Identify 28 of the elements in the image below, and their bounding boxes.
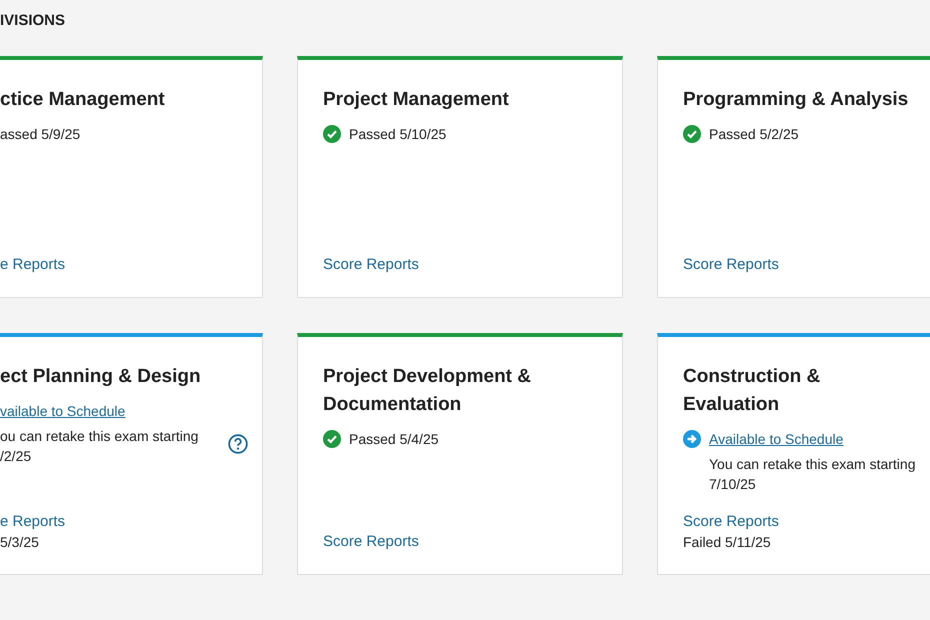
status-text: Passed 5/4/25 [349,431,439,447]
check-circle-icon [323,125,341,143]
section-heading: IVISIONS [0,11,66,31]
retake-note: ou can retake this exam starting /2/25 [0,427,198,466]
help-icon[interactable] [228,434,248,454]
retake-note: You can retake this exam starting 7/10/25 [709,455,916,494]
division-title: Construction & Evaluation [683,365,822,417]
division-title: Project Management [323,88,510,112]
check-circle-icon [683,125,701,143]
result-text: 5/3/25 [0,534,40,550]
score-reports-link[interactable]: e Reports [0,256,252,273]
division-title: ctice Management [0,88,166,112]
score-reports-link[interactable]: Score Reports [323,533,612,550]
result-text: Failed 5/11/25 [683,534,772,550]
status-text: Passed 5/2/25 [709,126,799,142]
division-title: Programming & Analysis [683,88,910,112]
check-circle-icon [323,430,341,448]
score-reports-link[interactable]: e Reports [0,513,252,530]
status-text: Passed 5/10/25 [349,126,446,142]
schedule-link[interactable]: Available to Schedule [709,431,844,447]
score-reports-link[interactable]: Score Reports [683,256,921,273]
arrow-circle-icon [683,430,701,448]
status-text: assed 5/9/25 [0,126,80,142]
score-reports-link[interactable]: Score Reports [323,256,612,273]
schedule-link[interactable]: vailable to Schedule [0,403,126,419]
score-reports-link[interactable]: Score Reports [683,513,921,530]
division-title: Project Development & Documentation [323,365,532,417]
division-title: ect Planning & Design [0,365,202,389]
